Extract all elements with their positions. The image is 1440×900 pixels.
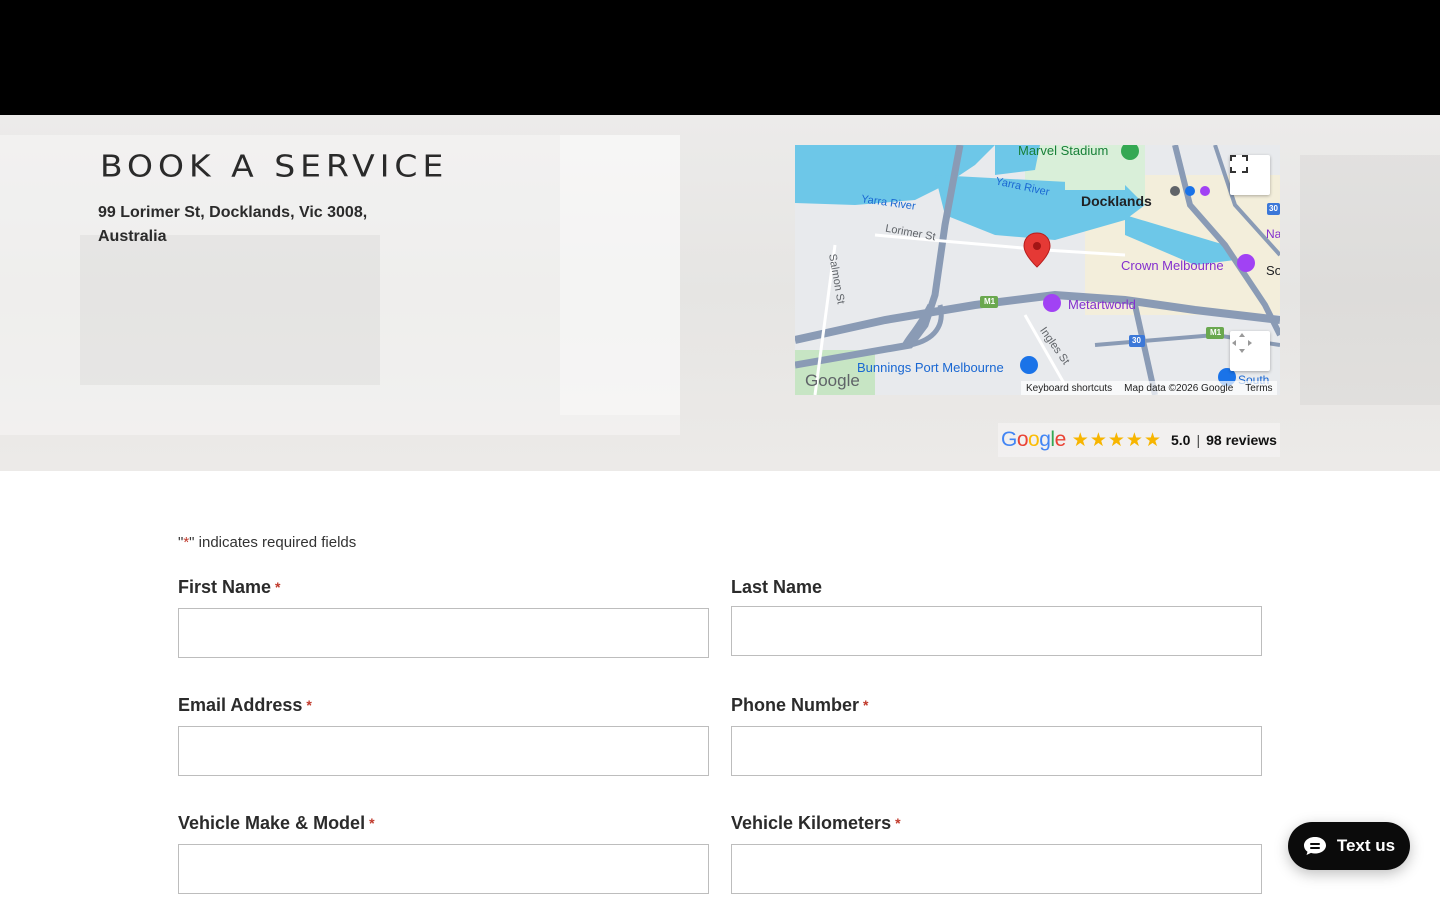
kilometers-label: Vehicle Kilometers * — [731, 813, 901, 834]
map-data-credit: Map data ©2026 Google — [1124, 382, 1234, 394]
google-logo-letter: g — [1039, 428, 1051, 451]
address-line-1: 99 Lorimer St, Docklands, Vic 3008, — [98, 204, 368, 221]
vehicle-make-model-input[interactable] — [178, 844, 709, 894]
required-fields-note: "*" indicates required fields — [178, 534, 356, 551]
text-us-chat-button[interactable]: Text us — [1288, 822, 1410, 870]
background-car-shape — [80, 235, 380, 385]
last-name-label-text: Last Name — [731, 577, 823, 597]
required-marker: * — [306, 697, 312, 713]
background-wall-shape — [1300, 155, 1440, 405]
map-label-na: Na — [1266, 227, 1280, 241]
map-attribution: Keyboard shortcuts Map data ©2026 Google… — [1021, 381, 1277, 395]
location-map[interactable]: Marvel Stadium Yarra River Yarra River D… — [795, 145, 1280, 395]
required-marker: * — [895, 815, 901, 831]
required-marker: * — [369, 815, 375, 831]
rating-separator: | — [1196, 432, 1201, 448]
rating-value: 5.0 — [1171, 432, 1191, 448]
background-pillar-shape — [560, 135, 680, 415]
google-logo: Google — [1001, 428, 1066, 452]
map-label-bunnings: Bunnings Port Melbourne — [857, 360, 1004, 375]
page-title: BOOK A SERVICE — [100, 148, 449, 184]
vehicle-kilometers-input[interactable] — [731, 844, 1262, 894]
map-label-crown-melbourne: Crown Melbourne — [1121, 258, 1224, 273]
text-us-label: Text us — [1336, 836, 1396, 855]
star-icon: ★ — [1107, 429, 1125, 451]
first-name-input[interactable] — [178, 608, 709, 658]
google-map-logo: Google — [805, 371, 860, 390]
required-note-text: " indicates required fields — [189, 534, 357, 551]
google-logo-letter: G — [1001, 428, 1017, 451]
google-logo-letter: e — [1054, 428, 1067, 451]
email-label: Email Address * — [178, 695, 312, 716]
map-shield-m1-east: M1 — [1210, 328, 1222, 337]
email-input[interactable] — [178, 726, 709, 776]
kilometers-label-text: Vehicle Kilometers — [731, 813, 892, 833]
star-icon: ★ — [1125, 429, 1143, 451]
google-logo-letter: o — [1028, 428, 1040, 451]
map-shield-m1: M1 — [984, 297, 996, 306]
map-shield-30-east: 30 — [1269, 204, 1278, 213]
map-terms-link[interactable]: Terms — [1245, 383, 1272, 394]
email-label-text: Email Address — [178, 695, 303, 715]
map-label-so: So — [1266, 263, 1280, 278]
map-pan-control[interactable] — [1230, 331, 1270, 371]
address-line-2: Australia — [98, 228, 167, 245]
required-marker: * — [275, 579, 281, 595]
rating-stars: ★ ★ ★ ★ ★ — [1072, 431, 1161, 450]
fullscreen-icon — [1230, 155, 1248, 173]
phone-label: Phone Number * — [731, 695, 868, 716]
phone-input[interactable] — [731, 726, 1262, 776]
fullscreen-button[interactable] — [1230, 155, 1270, 195]
vehicle-label: Vehicle Make & Model * — [178, 813, 375, 834]
top-navigation-bar — [0, 0, 1440, 115]
last-name-label: Last Name — [731, 577, 822, 598]
map-label-metartworld: Metartworld — [1068, 297, 1136, 312]
google-reviews-badge[interactable]: Google ★ ★ ★ ★ ★ 5.0 | 98 reviews — [998, 423, 1280, 457]
review-count[interactable]: 98 reviews — [1206, 432, 1277, 448]
vehicle-label-text: Vehicle Make & Model — [178, 813, 366, 833]
pan-arrows-icon — [1232, 333, 1252, 353]
first-name-label: First Name * — [178, 577, 281, 598]
star-icon: ★ — [1089, 429, 1107, 451]
map-label-marvel-stadium: Marvel Stadium — [1018, 145, 1109, 158]
dealer-address: 99 Lorimer St, Docklands, Vic 3008, Aust… — [98, 201, 428, 249]
map-label-docklands: Docklands — [1081, 193, 1152, 209]
first-name-label-text: First Name — [178, 577, 272, 597]
phone-label-text: Phone Number — [731, 695, 860, 715]
chat-bubble-icon — [1303, 837, 1326, 855]
map-shield-30: 30 — [1132, 336, 1141, 345]
star-icon: ★ — [1071, 429, 1089, 451]
google-logo-letter: o — [1016, 428, 1029, 451]
required-marker: * — [863, 697, 869, 713]
keyboard-shortcuts-link[interactable]: Keyboard shortcuts — [1026, 383, 1112, 394]
star-icon: ★ — [1143, 429, 1161, 451]
last-name-input[interactable] — [731, 606, 1262, 656]
